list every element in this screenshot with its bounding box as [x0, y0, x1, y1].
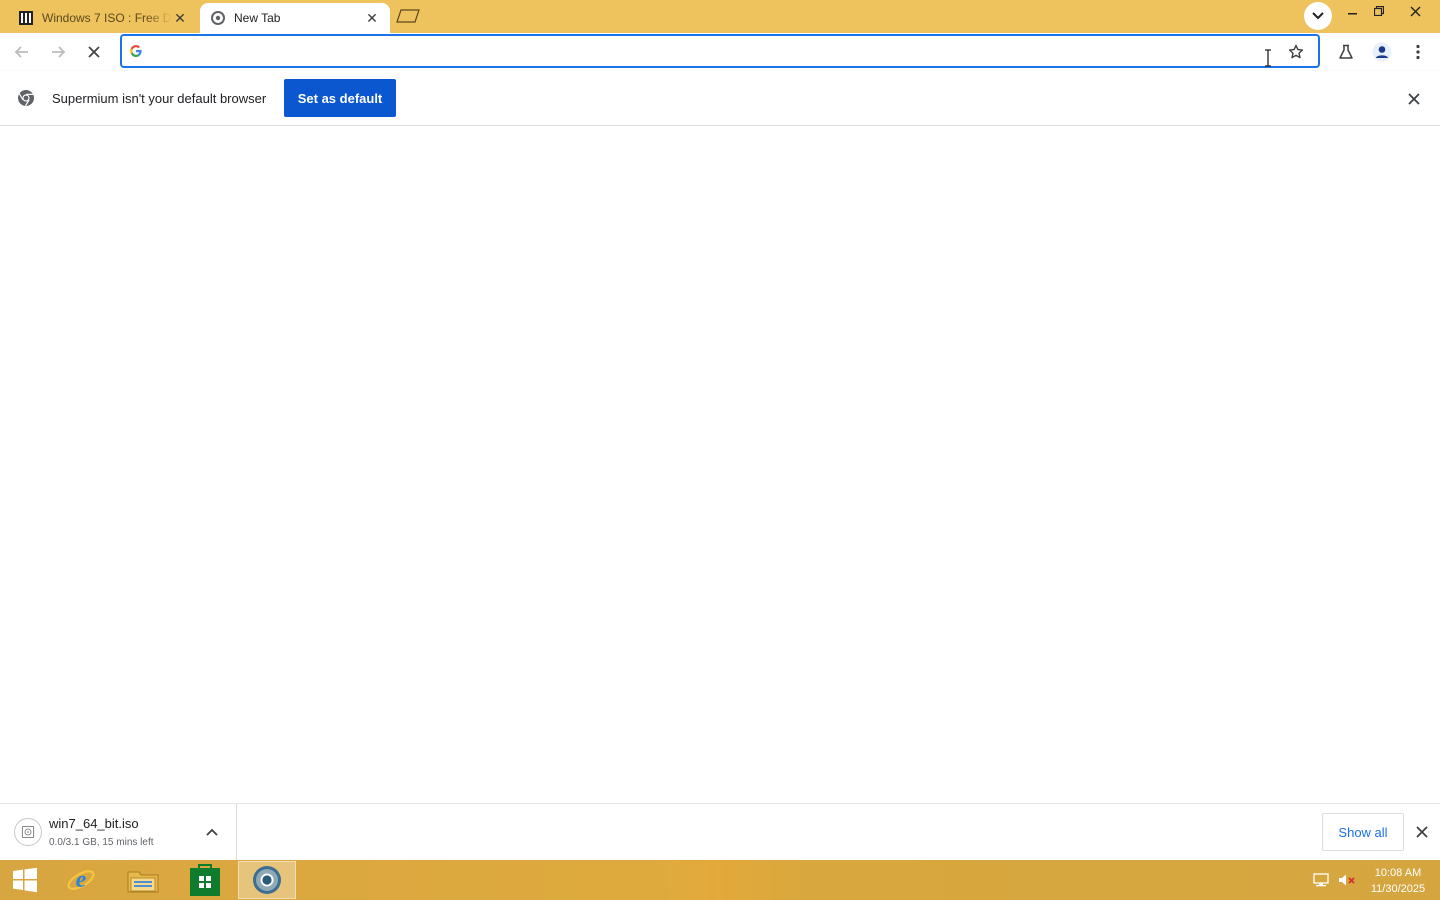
windows-start-icon [13, 867, 37, 893]
star-icon [1288, 44, 1304, 59]
supermium-browser-icon [253, 866, 281, 894]
tab-close-icon[interactable]: ✕ [364, 10, 380, 26]
volume-muted-tray-icon[interactable] [1338, 872, 1356, 888]
download-shelf-close-button[interactable] [1410, 820, 1434, 844]
back-button[interactable] [8, 38, 36, 66]
arrow-right-icon [52, 46, 66, 58]
omnibox-input[interactable] [144, 36, 1318, 66]
flask-icon [1339, 44, 1353, 59]
new-tab-button[interactable] [396, 8, 420, 24]
labs-button[interactable] [1332, 38, 1360, 66]
supermium-logo-icon [17, 89, 35, 107]
network-tray-icon[interactable] [1312, 872, 1330, 888]
forward-button[interactable] [44, 38, 72, 66]
infobar-close-button[interactable] [1402, 87, 1426, 111]
stop-loading-button[interactable] [80, 38, 108, 66]
download-shelf: win7_64_bit.iso 0.0/3.1 GB, 15 mins left… [0, 803, 1440, 860]
close-icon [1416, 826, 1428, 838]
start-button[interactable] [0, 861, 50, 899]
chevron-down-icon [1312, 12, 1324, 20]
disc-image-file-icon [14, 818, 42, 846]
tab-windows7-iso[interactable]: Windows 7 ISO : Free D ✕ [8, 3, 198, 33]
store-icon [190, 864, 220, 896]
browser-menu-button[interactable] [1404, 38, 1432, 66]
chevron-up-icon [206, 828, 218, 836]
download-filename: win7_64_bit.iso [49, 816, 139, 831]
svg-text:e: e [76, 867, 87, 893]
address-bar[interactable] [120, 34, 1320, 68]
tab-title: Windows 7 ISO : Free D [42, 11, 172, 25]
kebab-menu-icon [1416, 44, 1420, 60]
close-icon [1410, 6, 1420, 16]
tab-new-tab[interactable]: New Tab ✕ [200, 3, 390, 33]
taskbar-file-explorer[interactable] [114, 861, 172, 899]
taskbar-internet-explorer[interactable]: e [52, 861, 110, 899]
window-close-button[interactable] [1390, 0, 1440, 22]
clock-time: 10:08 AM [1374, 867, 1422, 879]
download-status: 0.0/3.1 GB, 15 mins left [49, 837, 154, 848]
minimize-icon [1348, 13, 1357, 15]
infobar-message: Supermium isn't your default browser [52, 91, 267, 106]
supermium-icon [210, 10, 226, 26]
arrow-left-icon [14, 46, 28, 58]
taskbar-store[interactable] [176, 861, 234, 899]
restore-icon [1374, 6, 1384, 16]
profile-button[interactable] [1368, 38, 1396, 66]
taskbar-supermium-browser[interactable] [238, 861, 296, 899]
tab-search-button[interactable] [1304, 2, 1332, 30]
avatar-icon [1372, 42, 1392, 62]
clock-date: 11/30/2025 [1370, 883, 1426, 895]
tab-title: New Tab [234, 11, 281, 25]
tab-close-icon[interactable]: ✕ [172, 10, 188, 26]
archive-icon [18, 10, 34, 26]
show-all-downloads-button[interactable]: Show all [1322, 813, 1404, 851]
bookmark-star-button[interactable] [1286, 42, 1306, 62]
text-cursor-icon [1264, 49, 1276, 67]
set-as-default-button[interactable]: Set as default [284, 79, 396, 117]
default-browser-infobar: Supermium isn't your default browser Set… [0, 71, 1440, 126]
file-explorer-icon [127, 871, 159, 893]
download-options-button[interactable] [202, 822, 222, 842]
tab-strip: Windows 7 ISO : Free D ✕ New Tab ✕ [0, 0, 1440, 33]
browser-toolbar [0, 33, 1440, 71]
close-icon [1408, 93, 1420, 105]
internet-explorer-icon: e [67, 867, 95, 893]
page-content-area[interactable] [0, 126, 1440, 803]
taskbar-clock[interactable]: 10:08 AM 11/30/2025 [1362, 865, 1434, 897]
google-g-icon [128, 43, 144, 59]
close-icon [88, 46, 100, 58]
windows-taskbar: e 10:08 AM 11/30/2025 [0, 860, 1440, 900]
download-item[interactable]: win7_64_bit.iso 0.0/3.1 GB, 15 mins left [0, 804, 237, 860]
